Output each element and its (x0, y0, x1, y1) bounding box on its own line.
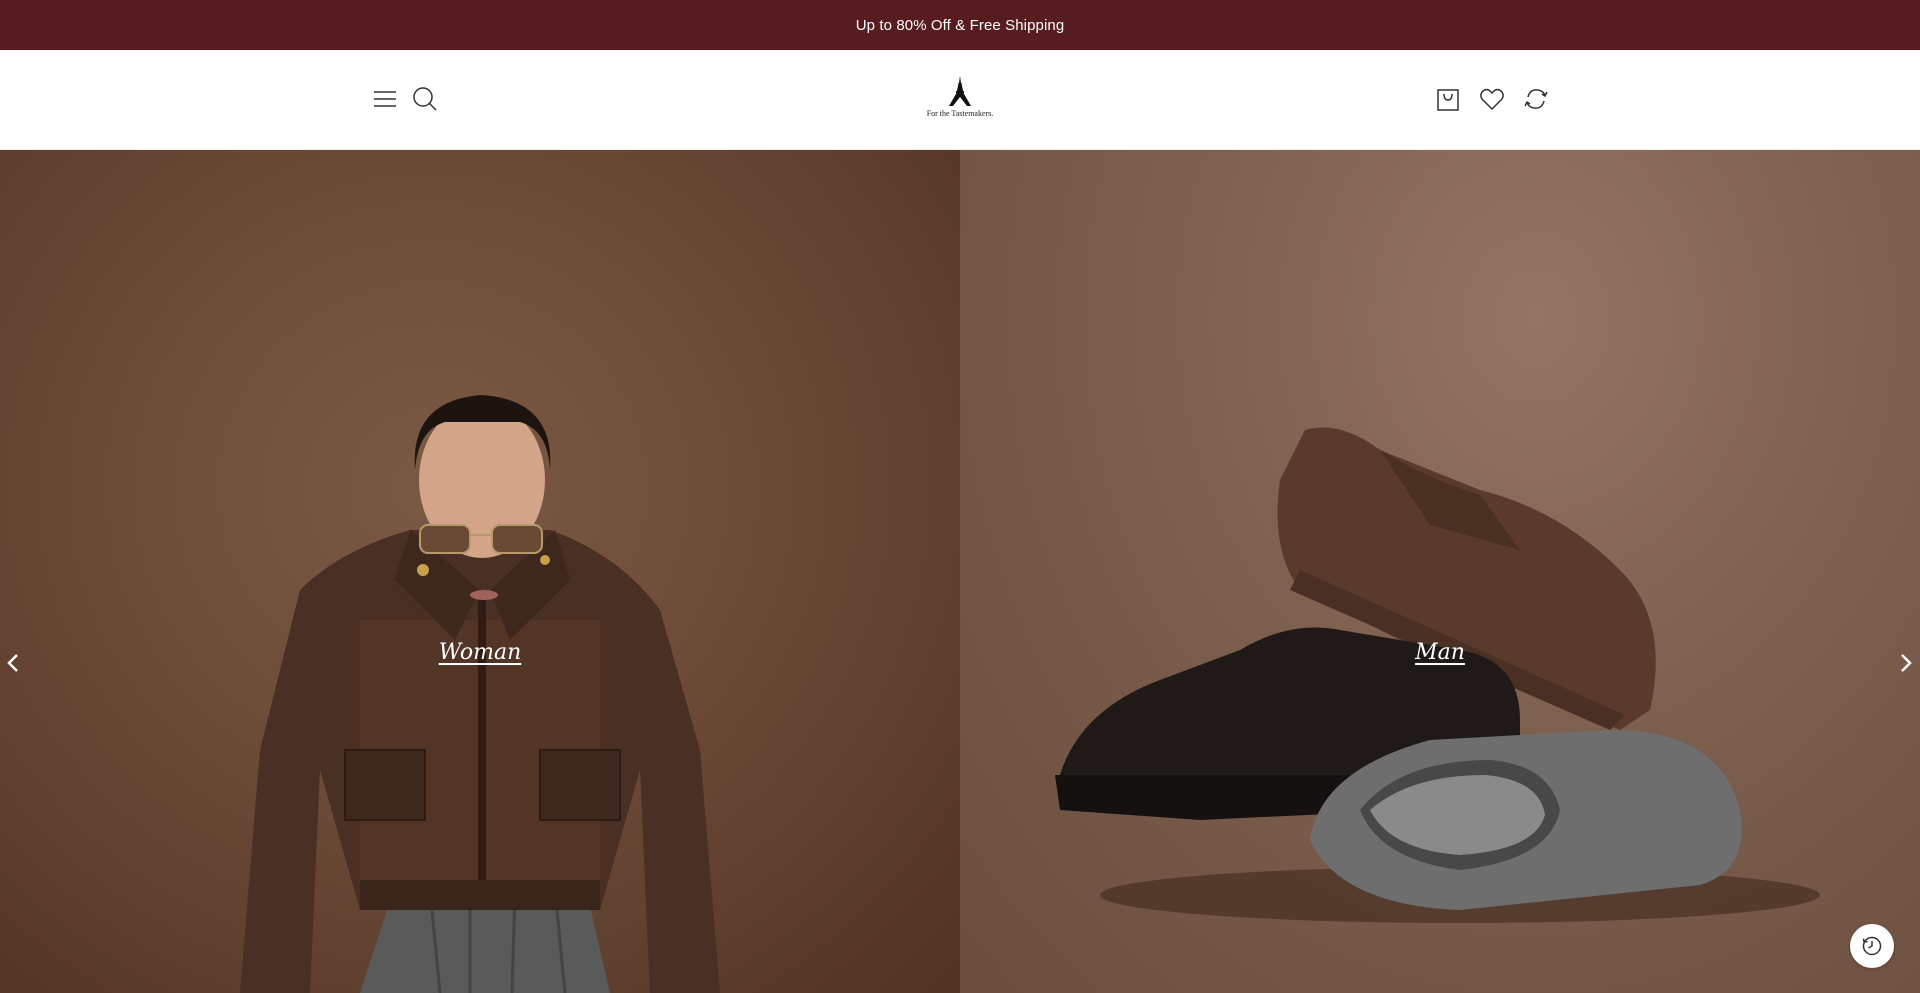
hero-panel-woman[interactable]: Woman (0, 150, 960, 993)
sneakers-image (1055, 427, 1820, 923)
announcement-bar: Up to 80% Off & Free Shipping (0, 0, 1920, 50)
site-logo[interactable]: For the Tastemakers. (910, 75, 1010, 125)
bag-icon[interactable] (1434, 85, 1462, 113)
man-link[interactable]: Man (960, 640, 1920, 665)
refresh-icon[interactable] (1522, 85, 1550, 113)
hero-panel-man[interactable]: Man (960, 150, 1920, 993)
eiffel-tower-logo (949, 76, 971, 106)
search-icon[interactable] (411, 85, 439, 113)
announcement-text[interactable]: Up to 80% Off & Free Shipping (856, 17, 1065, 34)
logo-tagline: For the Tastemakers. (926, 109, 994, 118)
hero-slider: Woman Man (0, 150, 1920, 993)
woman-image (240, 395, 720, 993)
heart-icon[interactable] (1478, 85, 1506, 113)
header-right-actions (1434, 85, 1550, 113)
chevron-left-icon[interactable] (0, 645, 26, 681)
clock-history-icon[interactable] (1850, 924, 1894, 968)
chevron-right-icon[interactable] (1893, 645, 1919, 681)
menu-icon[interactable] (371, 85, 399, 113)
site-header: For the Tastemakers. (0, 50, 1920, 150)
woman-link[interactable]: Woman (0, 640, 960, 665)
header-left-actions (371, 85, 439, 113)
